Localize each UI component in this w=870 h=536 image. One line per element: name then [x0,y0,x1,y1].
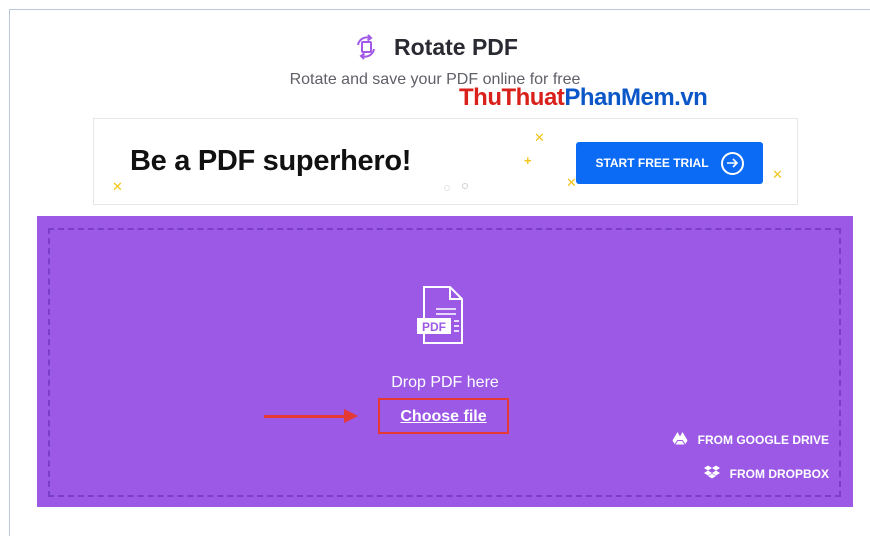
start-free-trial-button[interactable]: START FREE TRIAL [576,142,763,184]
page-header: Rotate PDF Rotate and save your PDF onli… [0,30,870,89]
page-title: Rotate PDF [394,33,518,60]
dropbox-label: FROM DROPBOX [729,466,829,481]
carousel-dot[interactable] [462,183,468,189]
dropbox-icon [703,465,720,482]
annotation-arrow-shaft [264,415,346,418]
pdf-file-icon: PDF [416,285,471,345]
sparkle-icon: + [524,153,532,168]
dropzone-dashed-border [48,228,841,497]
sparkle-icon: ✕ [112,179,123,194]
arrow-right-circle-icon [720,151,744,175]
choose-file-link[interactable]: Choose file [380,408,507,426]
watermark-blue-text: PhanMem.vn [564,84,708,111]
page-subtitle: Rotate and save your PDF online for free [289,71,581,88]
banner-headline: Be a PDF superhero! [130,145,412,177]
rotate-icon [352,33,380,61]
file-dropzone[interactable]: PDF Drop PDF here Choose file FROM GOOGL… [37,216,853,507]
choose-file-highlight: Choose file [378,398,509,434]
pdf-icon-text: PDF [422,320,446,334]
carousel-dot[interactable] [444,185,450,191]
dropbox-button[interactable]: FROM DROPBOX [703,465,829,482]
watermark-red-text: ThuThuat [459,84,565,111]
watermark: ThuThuatPhanMem.vn [459,84,708,112]
google-drive-label: FROM GOOGLE DRIVE [697,432,829,447]
ad-banner[interactable]: Be a PDF superhero! ✕ ✕ + ✕ ✕ START FREE… [93,118,798,205]
google-drive-icon [672,431,688,448]
annotation-arrow-head [344,409,358,423]
window-border-top [9,9,870,10]
title-row: Rotate PDF [352,30,518,64]
sparkle-icon: ✕ [534,130,545,145]
start-free-trial-label: START FREE TRIAL [595,156,709,170]
google-drive-button[interactable]: FROM GOOGLE DRIVE [672,431,829,448]
drop-pdf-label: Drop PDF here [391,374,499,391]
sparkle-icon: ✕ [772,167,783,182]
